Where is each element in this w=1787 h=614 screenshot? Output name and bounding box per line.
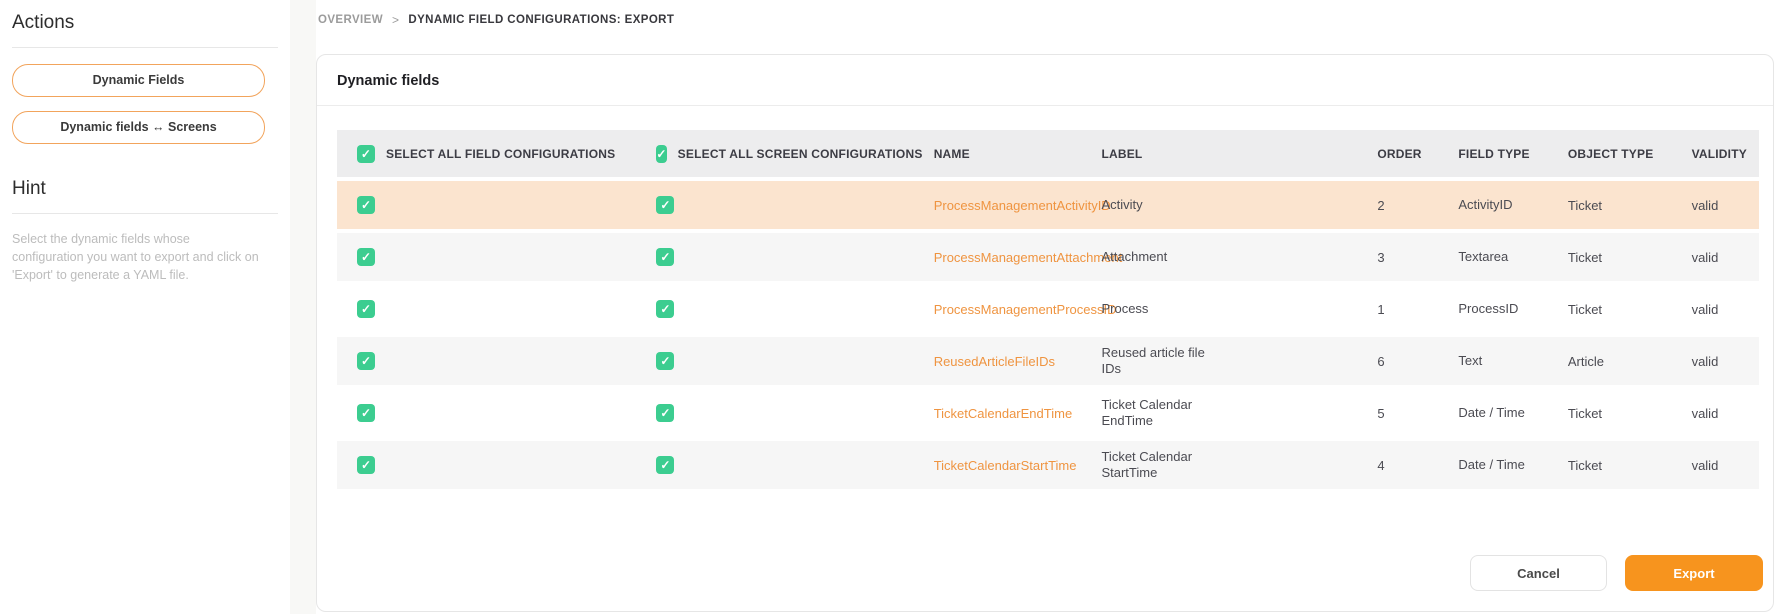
field-configuration-checkbox[interactable]: ✓ (357, 300, 375, 318)
breadcrumb: OVERVIEW > DYNAMIC FIELD CONFIGURATIONS:… (316, 0, 1774, 54)
screen-configuration-checkbox[interactable]: ✓ (656, 352, 674, 370)
dynamic-fields-button[interactable]: Dynamic Fields (12, 64, 265, 97)
screen-configuration-checkbox[interactable]: ✓ (656, 196, 674, 214)
field-configuration-checkbox[interactable]: ✓ (357, 352, 375, 370)
dynamic-field-name-link[interactable]: ProcessManagementAttachment (934, 250, 1123, 265)
hint-heading: Hint (12, 178, 278, 200)
field-type: ProcessID (1458, 301, 1528, 317)
chevron-right-icon: > (392, 13, 399, 27)
field-label: Activity (1101, 197, 1223, 213)
table-header-row: ✓ SELECT ALL FIELD CONFIGURATIONS ✓ SELE… (337, 130, 1759, 177)
table-row: ✓ ✓ TicketCalendarEndTime Ticket Calendar E… (337, 389, 1759, 437)
divider (12, 47, 278, 48)
column-header-name: NAME (926, 130, 1094, 177)
screen-configuration-checkbox[interactable]: ✓ (656, 248, 674, 266)
panel-body: ✓ SELECT ALL FIELD CONFIGURATIONS ✓ SELE… (317, 106, 1773, 493)
divider (12, 213, 278, 214)
field-label: Process (1101, 301, 1223, 317)
field-validity: valid (1692, 406, 1751, 421)
field-order: 3 (1377, 250, 1442, 265)
table-row: ✓ ✓ ProcessManagementAttachmentAttachment 3… (337, 233, 1759, 281)
field-order: 5 (1377, 406, 1442, 421)
panel-footer: Cancel Export (1470, 555, 1763, 591)
screen-configuration-checkbox[interactable]: ✓ (656, 456, 674, 474)
main-content: OVERVIEW > DYNAMIC FIELD CONFIGURATIONS:… (316, 0, 1774, 614)
select-all-screen-configurations-label: SELECT ALL SCREEN CONFIGURATIONS (678, 147, 923, 161)
breadcrumb-current-page: DYNAMIC FIELD CONFIGURATIONS: EXPORT (408, 14, 674, 26)
object-type: Ticket (1568, 458, 1676, 473)
object-type: Ticket (1568, 406, 1676, 421)
table-row: ✓ ✓ ProcessManagementActivityIDActivity 2 Ac… (337, 181, 1759, 229)
dynamic-field-name-link[interactable]: TicketCalendarStartTime (934, 458, 1077, 473)
field-configuration-checkbox[interactable]: ✓ (357, 404, 375, 422)
content-gutter (290, 0, 316, 614)
column-header-order: ORDER (1369, 130, 1450, 177)
table-row: ✓ ✓ ProcessManagementProcessIDProcess 1 Proc… (337, 285, 1759, 333)
field-configuration-checkbox[interactable]: ✓ (357, 248, 375, 266)
select-all-field-configurations-label: SELECT ALL FIELD CONFIGURATIONS (386, 147, 615, 161)
hint-text: Select the dynamic fields whose configur… (12, 230, 262, 284)
object-type: Ticket (1568, 302, 1676, 317)
field-validity: valid (1692, 198, 1751, 213)
table-row: ✓ ✓ TicketCalendarStartTime Ticket Calendar… (337, 441, 1759, 489)
table-row: ✓ ✓ ReusedArticleFileIDs Reused article fil… (337, 337, 1759, 385)
dynamic-field-name-link[interactable]: ReusedArticleFileIDs (934, 354, 1055, 369)
column-header-field-type: FIELD TYPE (1450, 130, 1559, 177)
actions-sidebar: Actions Dynamic Fields Dynamic fields ↔ … (0, 0, 290, 614)
field-validity: valid (1692, 250, 1751, 265)
screen-configuration-checkbox[interactable]: ✓ (656, 300, 674, 318)
field-validity: valid (1692, 354, 1751, 369)
field-order: 4 (1377, 458, 1442, 473)
field-label: Ticket Calendar StartTime (1101, 449, 1223, 482)
dynamic-field-name-link[interactable]: ProcessManagementProcessID (934, 302, 1117, 317)
breadcrumb-overview-link[interactable]: OVERVIEW (318, 14, 383, 26)
field-type: Text (1458, 353, 1528, 369)
table-body: ✓ ✓ ProcessManagementActivityIDActivity 2 Ac… (337, 181, 1759, 489)
dynamic-field-name-link[interactable]: ProcessManagementActivityID (934, 198, 1111, 213)
cancel-button[interactable]: Cancel (1470, 555, 1607, 591)
field-label: Reused article file IDs (1101, 345, 1223, 378)
actions-heading: Actions (12, 12, 278, 34)
field-order: 2 (1377, 198, 1442, 213)
field-order: 6 (1377, 354, 1442, 369)
field-type: ActivityID (1458, 197, 1528, 213)
field-type: Date / Time (1458, 405, 1528, 421)
column-header-object-type: OBJECT TYPE (1560, 130, 1684, 177)
column-header-validity: VALIDITY (1684, 130, 1759, 177)
dynamic-fields-screens-button[interactable]: Dynamic fields ↔ Screens (12, 111, 265, 144)
export-button[interactable]: Export (1625, 555, 1763, 591)
object-type: Ticket (1568, 250, 1676, 265)
panel-header: Dynamic fields (317, 55, 1773, 106)
screen-configuration-checkbox[interactable]: ✓ (656, 404, 674, 422)
field-validity: valid (1692, 302, 1751, 317)
object-type: Ticket (1568, 198, 1676, 213)
panel-title: Dynamic fields (337, 73, 439, 89)
field-type: Textarea (1458, 249, 1528, 265)
select-all-screen-configurations-checkbox[interactable]: ✓ (656, 145, 666, 163)
dynamic-field-name-link[interactable]: TicketCalendarEndTime (934, 406, 1072, 421)
field-label: Ticket Calendar EndTime (1101, 397, 1223, 430)
field-validity: valid (1692, 458, 1751, 473)
field-order: 1 (1377, 302, 1442, 317)
select-all-field-configurations-checkbox[interactable]: ✓ (357, 145, 375, 163)
field-label: Attachment (1101, 249, 1223, 265)
dynamic-fields-table: ✓ SELECT ALL FIELD CONFIGURATIONS ✓ SELE… (337, 126, 1759, 493)
field-configuration-checkbox[interactable]: ✓ (357, 456, 375, 474)
object-type: Article (1568, 354, 1676, 369)
column-header-label: LABEL (1093, 130, 1369, 177)
field-configuration-checkbox[interactable]: ✓ (357, 196, 375, 214)
dynamic-fields-panel: Dynamic fields ✓ SELECT ALL FIELD CONFIG… (316, 54, 1774, 612)
field-type: Date / Time (1458, 457, 1528, 473)
